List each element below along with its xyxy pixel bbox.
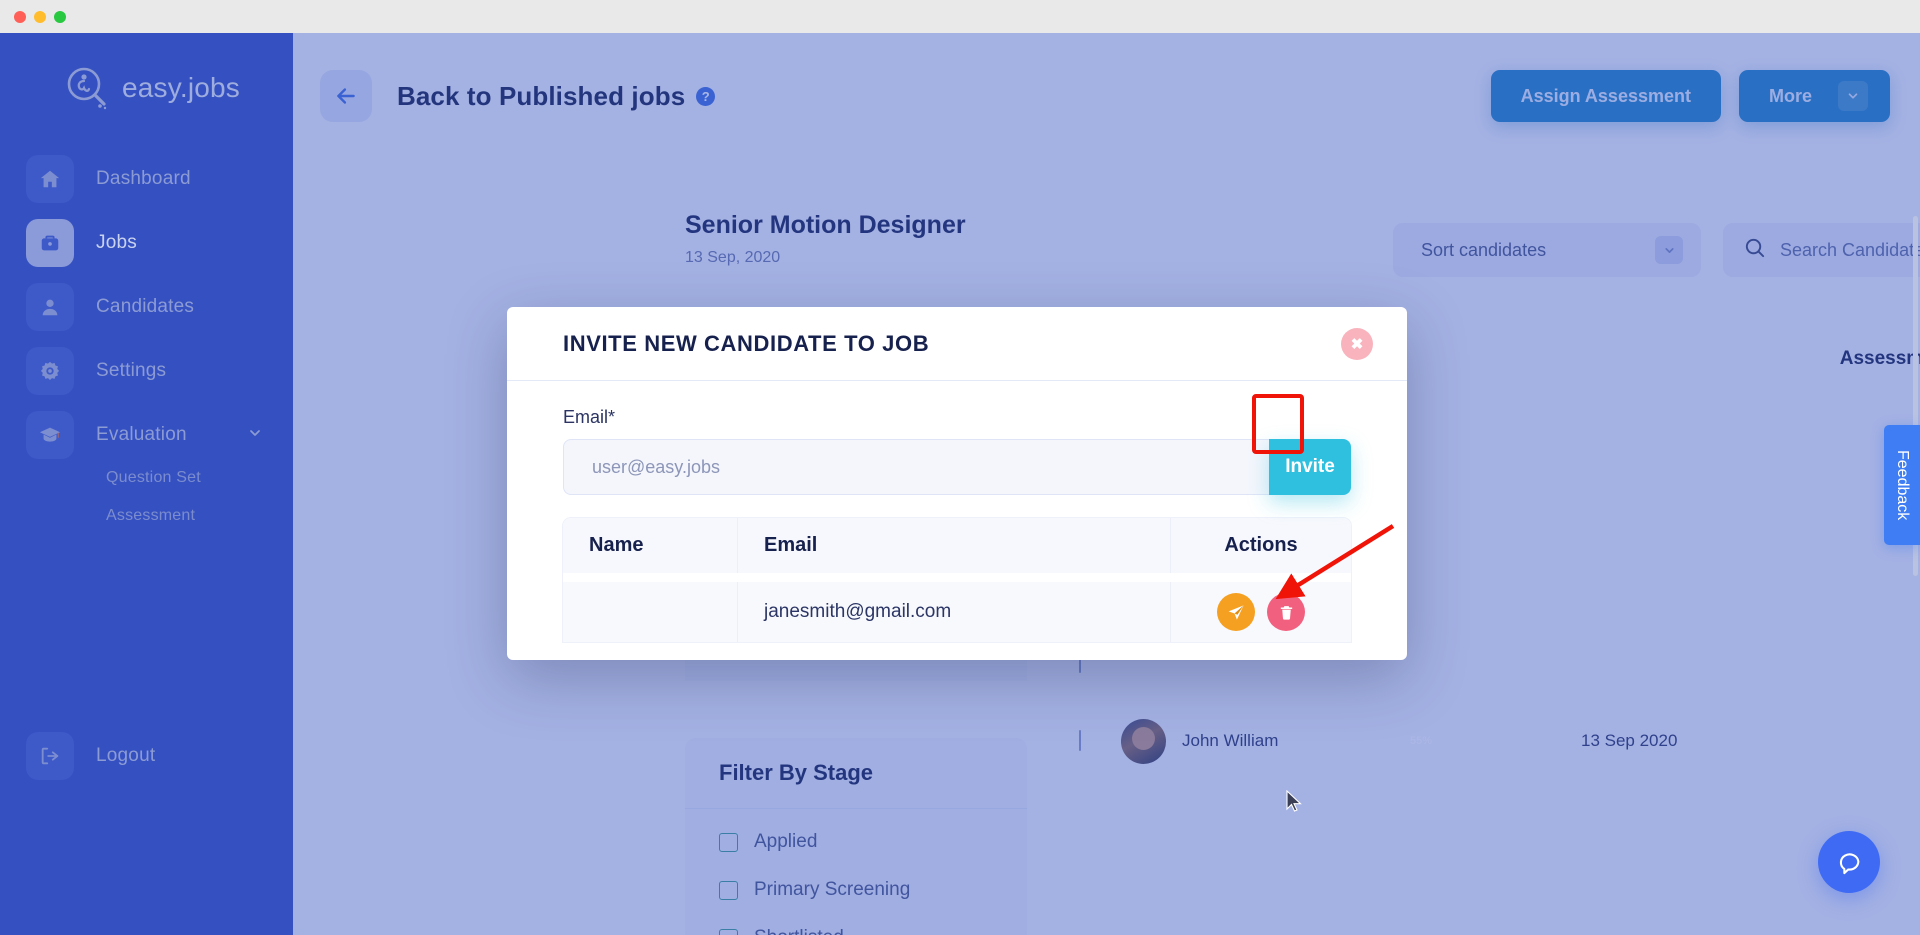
invite-candidate-modal: INVITE NEW CANDIDATE TO JOB ✖ Email* use… (507, 307, 1407, 660)
invited-name (563, 582, 738, 642)
easyjobs-logo-icon (64, 65, 110, 111)
email-invite-row: user@easy.jobs Invite (563, 439, 1351, 495)
sidebar-item-label: Jobs (96, 232, 137, 253)
briefcase-icon (26, 219, 74, 267)
sidebar-item-label: Candidates (96, 296, 195, 317)
column-name: Name (563, 518, 738, 573)
sidebar: easy.jobs Dashboard Jobs Candidates Sett… (0, 33, 293, 935)
sidebar-item-label: Logout (96, 745, 156, 766)
brand-name: easy.jobs (122, 72, 241, 103)
trash-icon[interactable] (1267, 593, 1305, 631)
sidebar-item-candidates[interactable]: Candidates (26, 281, 293, 333)
close-icon[interactable]: ✖ (1341, 327, 1373, 360)
modal-body: Email* user@easy.jobs Invite Name Email … (507, 381, 1407, 642)
chevron-down-icon[interactable] (247, 425, 263, 446)
sidebar-nav: Dashboard Jobs Candidates Settings Evalu… (0, 153, 293, 525)
logout-icon (26, 732, 74, 780)
invite-button[interactable]: Invite (1269, 439, 1351, 495)
invited-email: janesmith@gmail.com (738, 582, 1171, 642)
sidebar-subitem-assessment[interactable]: Assessment (106, 507, 293, 525)
email-field[interactable]: user@easy.jobs (563, 439, 1269, 495)
table-row: janesmith@gmail.com (563, 582, 1351, 642)
invited-table-header: Name Email Actions (563, 518, 1351, 573)
sidebar-item-label: Dashboard (96, 168, 191, 189)
chat-bubble-icon[interactable] (1818, 831, 1880, 893)
gear-icon (26, 347, 74, 395)
modal-header: INVITE NEW CANDIDATE TO JOB ✖ (507, 307, 1407, 381)
graduation-cap-icon (26, 411, 74, 459)
email-field-label: Email* (563, 407, 616, 427)
brand-logo[interactable]: easy.jobs (0, 33, 293, 111)
minimize-window-button[interactable] (34, 10, 46, 23)
sidebar-item-jobs[interactable]: Jobs (26, 217, 293, 269)
send-invite-icon[interactable] (1217, 593, 1255, 631)
maximize-window-button[interactable] (54, 10, 66, 23)
modal-title: INVITE NEW CANDIDATE TO JOB (563, 330, 930, 356)
sidebar-item-label: Settings (96, 360, 167, 381)
row-actions (1171, 582, 1351, 642)
column-email: Email (738, 518, 1171, 573)
window-titlebar (0, 0, 1920, 33)
sidebar-subitem-question-set[interactable]: Question Set (106, 469, 293, 487)
sidebar-item-label: Evaluation (96, 424, 187, 445)
feedback-tab[interactable]: Feedback (1884, 425, 1920, 545)
application-window: easy.jobs Dashboard Jobs Candidates Sett… (0, 0, 1920, 935)
invited-candidates-table: Name Email Actions janesmith@gmail.com (563, 518, 1351, 642)
sidebar-item-dashboard[interactable]: Dashboard (26, 153, 293, 205)
sidebar-subnav: Question Set Assessment (0, 469, 293, 525)
home-icon (26, 155, 74, 203)
sidebar-item-logout[interactable]: Logout (26, 732, 155, 780)
close-window-button[interactable] (14, 10, 26, 23)
sidebar-item-evaluation[interactable]: Evaluation (26, 409, 293, 461)
user-icon (26, 283, 74, 331)
sidebar-item-settings[interactable]: Settings (26, 345, 293, 397)
column-actions: Actions (1224, 534, 1298, 556)
